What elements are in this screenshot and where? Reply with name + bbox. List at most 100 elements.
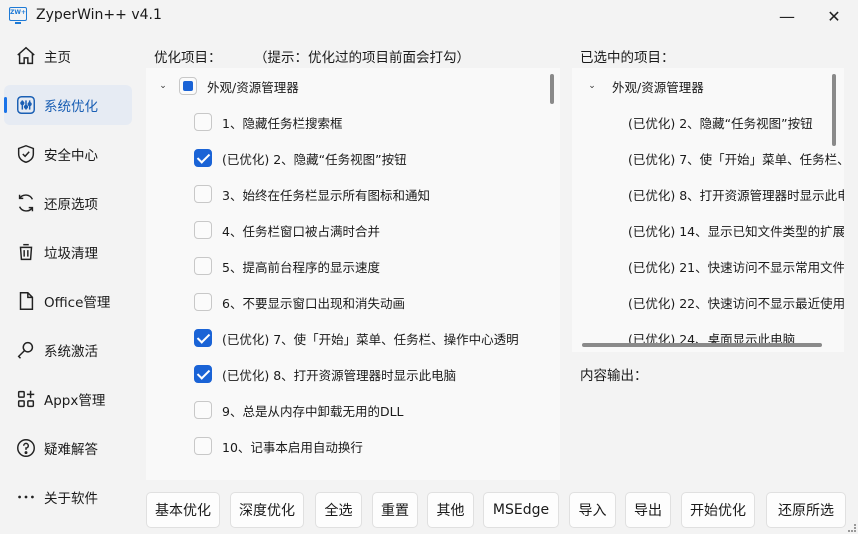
item-label: (已优化) 8、打开资源管理器时显示此电脑: [628, 187, 844, 203]
sidebar-item-appx[interactable]: Appx管理: [4, 379, 132, 419]
export-button[interactable]: 导出: [625, 492, 671, 528]
item-label: (已优化) 22、快速访问不显示最近使用的文件: [628, 295, 844, 311]
select-all-button[interactable]: 全选: [315, 492, 362, 528]
sidebar-item-home[interactable]: 主页: [4, 36, 132, 76]
list-item[interactable]: 1、隐藏任务栏搜索框: [146, 104, 546, 140]
selected-items-header: 已选中的项目：: [580, 50, 675, 66]
document-icon: [15, 290, 37, 312]
item-label: (已优化) 7、使「开始」菜单、任务栏、操作中心透明: [628, 151, 844, 167]
optimize-items-tree[interactable]: ⌄ 外观/资源管理器 1、隐藏任务栏搜索框 (已优化) 2、隐藏“任务视图”按钮…: [146, 68, 560, 480]
list-item[interactable]: (已优化) 7、使「开始」菜单、任务栏、操作中心透明: [146, 320, 546, 356]
item-label: 6、不要显示窗口出现和消失动画: [222, 295, 405, 311]
more-icon: [15, 486, 37, 508]
sidebar-item-about[interactable]: 关于软件: [4, 477, 132, 517]
title-bar: ZW+ ZyperWin++ v4.1 — ✕: [0, 0, 858, 32]
tree-group-row[interactable]: ⌄ 外观/资源管理器: [146, 68, 546, 104]
sidebar-item-troubleshoot[interactable]: 疑难解答: [4, 428, 132, 468]
item-label: 1、隐藏任务栏搜索框: [222, 115, 343, 131]
sidebar-item-label: 系统优化: [44, 99, 98, 115]
close-button[interactable]: ✕: [817, 4, 851, 28]
basic-optimize-button[interactable]: 基本优化: [146, 492, 220, 528]
chevron-down-icon[interactable]: ⌄: [157, 80, 169, 92]
item-label: (已优化) 2、隐藏“任务视图”按钮: [222, 151, 407, 167]
sidebar-item-label: Office管理: [44, 295, 111, 311]
refresh-icon: [15, 192, 37, 214]
optimize-items-header: 优化项目：: [154, 50, 222, 66]
sidebar-item-label: 主页: [44, 50, 71, 66]
item-label: (已优化) 8、打开资源管理器时显示此电脑: [222, 367, 457, 383]
optimize-hint-text: （提示：优化过的项目前面会打勾）: [254, 50, 470, 66]
vertical-scrollbar[interactable]: [550, 74, 554, 104]
tree-group-label: 外观/资源管理器: [612, 79, 704, 95]
sidebar: 主页 系统优化 安全中心 还原选项 垃圾清理 Office管理 系统激活 App…: [0, 32, 138, 534]
list-item[interactable]: 10、记事本启用自动换行: [146, 428, 546, 464]
item-label: 5、提高前台程序的显示速度: [222, 259, 380, 275]
item-label: 9、总是从内存中卸载无用的DLL: [222, 403, 404, 419]
group-checkbox[interactable]: [179, 77, 197, 95]
shield-icon: [15, 143, 37, 165]
item-checkbox[interactable]: [194, 365, 212, 383]
list-item[interactable]: 4、任务栏窗口被占满时合并: [146, 212, 546, 248]
home-icon: [15, 45, 37, 67]
item-checkbox[interactable]: [194, 329, 212, 347]
item-checkbox[interactable]: [194, 257, 212, 275]
selected-items-tree[interactable]: ⌄ 外观/资源管理器 (已优化) 2、隐藏“任务视图”按钮 (已优化) 7、使「…: [572, 68, 844, 352]
app-logo-icon: ZW+: [9, 7, 27, 24]
item-checkbox[interactable]: [194, 401, 212, 419]
restore-selected-button[interactable]: 还原所选: [766, 492, 846, 528]
help-icon: [15, 437, 37, 459]
item-checkbox[interactable]: [194, 437, 212, 455]
start-optimize-button[interactable]: 开始优化: [681, 492, 755, 528]
item-label: 10、记事本启用自动换行: [222, 439, 363, 455]
item-checkbox[interactable]: [194, 293, 212, 311]
minimize-button[interactable]: —: [770, 4, 804, 28]
item-label: 4、任务栏窗口被占满时合并: [222, 223, 380, 239]
list-item[interactable]: 5、提高前台程序的显示速度: [146, 248, 546, 284]
sidebar-item-label: 安全中心: [44, 148, 98, 164]
list-item[interactable]: (已优化) 2、隐藏“任务视图”按钮: [146, 140, 546, 176]
item-checkbox[interactable]: [194, 113, 212, 131]
sidebar-item-cleanup[interactable]: 垃圾清理: [4, 232, 132, 272]
sidebar-item-office[interactable]: Office管理: [4, 281, 132, 321]
key-icon: [15, 339, 37, 361]
sidebar-item-label: 关于软件: [44, 491, 98, 507]
sidebar-item-label: Appx管理: [44, 393, 106, 409]
list-item[interactable]: (已优化) 8、打开资源管理器时显示此电脑: [146, 356, 546, 392]
trash-icon: [15, 241, 37, 263]
tree-group-row[interactable]: ⌄ 外观/资源管理器: [572, 68, 844, 104]
output-label: 内容输出：: [580, 368, 648, 384]
import-button[interactable]: 导入: [569, 492, 616, 528]
sidebar-item-security[interactable]: 安全中心: [4, 134, 132, 174]
list-item[interactable]: 9、总是从内存中卸载无用的DLL: [146, 392, 546, 428]
sliders-icon: [15, 94, 37, 116]
item-label: (已优化) 21、快速访问不显示常用文件夹: [628, 259, 844, 275]
sidebar-item-system-optimize[interactable]: 系统优化: [4, 85, 132, 125]
apps-icon: [15, 388, 37, 410]
item-checkbox[interactable]: [194, 149, 212, 167]
sidebar-item-restore[interactable]: 还原选项: [4, 183, 132, 223]
list-item[interactable]: 3、始终在任务栏显示所有图标和通知: [146, 176, 546, 212]
deep-optimize-button[interactable]: 深度优化: [230, 492, 304, 528]
item-label: (已优化) 14、显示已知文件类型的扩展名: [628, 223, 844, 239]
resize-grip-icon[interactable]: [848, 524, 856, 532]
other-button[interactable]: 其他: [427, 492, 474, 528]
sidebar-item-activation[interactable]: 系统激活: [4, 330, 132, 370]
list-item[interactable]: 6、不要显示窗口出现和消失动画: [146, 284, 546, 320]
sidebar-item-label: 还原选项: [44, 197, 98, 213]
sidebar-item-label: 疑难解答: [44, 442, 98, 458]
app-title: ZyperWin++ v4.1: [36, 7, 162, 23]
chevron-down-icon[interactable]: ⌄: [586, 80, 598, 92]
sidebar-item-label: 系统激活: [44, 344, 98, 360]
sidebar-item-label: 垃圾清理: [44, 246, 98, 262]
item-checkbox[interactable]: [194, 221, 212, 239]
tree-group-label: 外观/资源管理器: [207, 79, 299, 95]
item-label: 3、始终在任务栏显示所有图标和通知: [222, 187, 430, 203]
reset-button[interactable]: 重置: [372, 492, 418, 528]
item-checkbox[interactable]: [194, 185, 212, 203]
vertical-scrollbar[interactable]: [832, 74, 836, 146]
msedge-button[interactable]: MSEdge: [483, 492, 559, 528]
item-label: (已优化) 2、隐藏“任务视图”按钮: [628, 115, 813, 131]
horizontal-scrollbar[interactable]: [582, 343, 822, 347]
item-label: (已优化) 7、使「开始」菜单、任务栏、操作中心透明: [222, 331, 519, 347]
output-area: [572, 386, 844, 480]
